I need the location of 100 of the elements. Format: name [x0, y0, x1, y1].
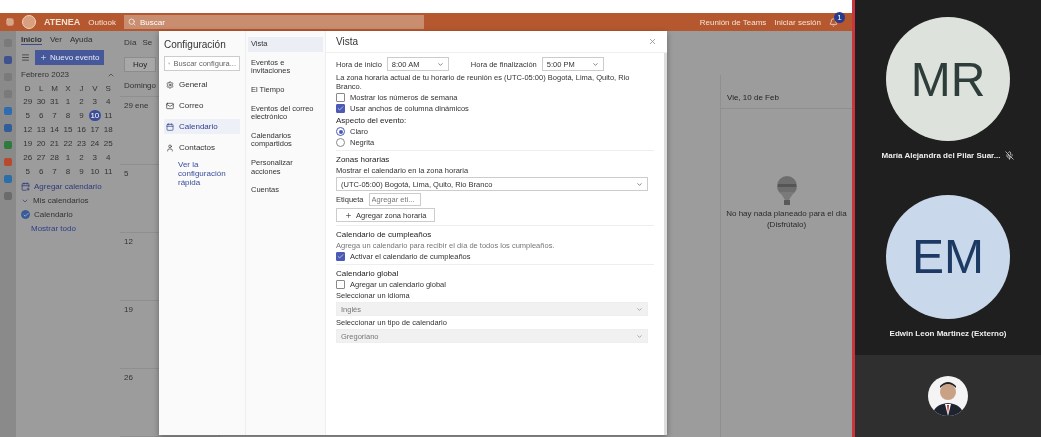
calendar-day[interactable]: 24 — [88, 138, 101, 149]
notification-badge: 1 — [834, 11, 845, 23]
search-field[interactable]: Buscar — [123, 15, 424, 29]
calendar-day[interactable]: 22 — [62, 138, 74, 149]
ribbon-tab[interactable]: Ver — [49, 35, 62, 45]
calendar-day[interactable]: 14 — [48, 124, 61, 135]
participant-name: Edwin Leon Martinez (Externo) — [889, 328, 1007, 338]
weekday-label: X — [64, 84, 72, 93]
calendar-day[interactable]: 4 — [102, 96, 115, 107]
app-icon[interactable] — [4, 192, 12, 200]
header-link[interactable]: Iniciar sesión — [774, 17, 821, 27]
section-heading: Zonas horarias — [336, 155, 391, 164]
calendar-day[interactable]: 28 — [48, 152, 61, 163]
calendar-day[interactable]: 13 — [35, 124, 48, 135]
ribbon-tab[interactable]: Ayuda — [69, 35, 93, 45]
new-event-button[interactable]: Nuevo evento — [35, 50, 105, 65]
calendar-day[interactable]: 10 — [88, 166, 101, 177]
empty-subtitle: (Disfrútalo) — [766, 220, 807, 229]
calendar-day[interactable]: 25 — [102, 138, 115, 149]
app-launcher-icon[interactable] — [6, 18, 14, 26]
calendar-day[interactable]: 1 — [62, 152, 74, 163]
person-icon — [166, 143, 174, 152]
calendar-day[interactable]: 6 — [35, 166, 48, 177]
app-icon[interactable] — [4, 141, 12, 149]
calendar-checkbox[interactable] — [21, 210, 30, 219]
app-icon[interactable] — [4, 56, 12, 64]
avatar: EM — [886, 194, 1010, 319]
weekday-label: M — [50, 84, 59, 93]
avatar: MR — [886, 17, 1010, 142]
section-heading: Calendario global — [336, 269, 400, 278]
calendar-day[interactable]: 11 — [102, 110, 115, 121]
checkbox[interactable] — [336, 93, 345, 102]
calendar-day[interactable]: 26 — [21, 152, 34, 163]
checkbox[interactable] — [336, 104, 345, 113]
calendar-day[interactable]: 2 — [75, 152, 88, 163]
chevron-down-icon — [436, 60, 444, 68]
calendar-day[interactable]: 7 — [48, 166, 61, 177]
calendar-day[interactable]: 9 — [75, 110, 88, 121]
calendar-day[interactable]: 1 — [62, 96, 74, 107]
app-icon[interactable] — [4, 124, 12, 132]
calendar-day[interactable]: 29 — [21, 96, 34, 107]
calendar-day[interactable]: 4 — [102, 152, 115, 163]
calendar-day[interactable]: 7 — [48, 110, 61, 121]
calendar-day[interactable]: 30 — [35, 96, 48, 107]
logo-icon — [22, 15, 36, 29]
today-button[interactable]: Hoy — [124, 56, 157, 72]
calendar-day[interactable]: 11 — [102, 166, 115, 177]
add-calendar-link[interactable]: Agregar calendario — [34, 182, 102, 191]
calendar-day[interactable]: 31 — [48, 96, 61, 107]
ribbon-tab[interactable]: Inicio — [21, 35, 42, 45]
brand-name: ATENEA — [44, 17, 81, 27]
section-heading: Calendario de cumpleaños — [336, 230, 433, 239]
month-title[interactable]: Febrero 2023 — [21, 70, 70, 79]
weekday-label: J — [78, 84, 85, 93]
weekday-label: V — [91, 84, 99, 93]
show-all-link[interactable]: Mostrar todo — [21, 224, 115, 233]
calendar-day[interactable]: 5 — [21, 110, 34, 121]
calendar-day[interactable]: 10 — [88, 110, 101, 121]
nav-item[interactable]: Calendario — [164, 119, 240, 134]
app-icon[interactable] — [4, 175, 12, 183]
dialog-title: Configuración — [164, 39, 227, 50]
calendar-day[interactable]: 19 — [21, 138, 34, 149]
calendar-day[interactable]: 16 — [75, 124, 88, 135]
calendar-day[interactable]: 3 — [88, 152, 101, 163]
calendar-day[interactable]: 12 — [21, 124, 34, 135]
calendar-day[interactable]: 20 — [35, 138, 48, 149]
menu-icon[interactable] — [21, 53, 30, 62]
calendar-name[interactable]: Calendario — [34, 210, 73, 219]
app-icon[interactable] — [4, 107, 12, 115]
bell-icon[interactable] — [829, 17, 838, 27]
section-heading: Aspecto del evento: — [336, 116, 408, 125]
pane-title: Vista — [336, 36, 359, 47]
checkbox[interactable] — [336, 280, 345, 289]
close-icon[interactable] — [648, 37, 657, 46]
view-button[interactable]: Se — [142, 37, 153, 47]
calendar-day[interactable]: 6 — [35, 110, 48, 121]
calendar-day[interactable]: 3 — [88, 96, 101, 107]
calendar-day[interactable]: 27 — [35, 152, 48, 163]
mail-icon — [166, 101, 174, 110]
calendar-day[interactable]: 8 — [62, 110, 74, 121]
calendar-day[interactable]: 2 — [75, 96, 88, 107]
calendar-day[interactable]: 18 — [102, 124, 115, 135]
calendar-day[interactable]: 9 — [75, 166, 88, 177]
calendar-day[interactable]: 21 — [48, 138, 61, 149]
participant-name: María Alejandra del Pilar Suar... — [881, 151, 1001, 161]
chevron-down-icon — [636, 305, 643, 313]
calendar-day[interactable]: 17 — [88, 124, 101, 135]
calendar-day[interactable]: 5 — [21, 166, 34, 177]
calendar-day[interactable]: 15 — [62, 124, 74, 135]
app-icon[interactable] — [4, 158, 12, 166]
section-label[interactable]: Mis calendarios — [33, 196, 89, 205]
chevron-down-icon — [636, 332, 643, 340]
calendar-icon — [166, 122, 174, 131]
empty-message: No hay nada planeado para el día — [726, 209, 847, 218]
header-link[interactable]: Reunión de Teams — [699, 17, 767, 27]
app-name: Outlook — [88, 17, 116, 27]
view-button[interactable]: Día — [124, 37, 137, 47]
calendar-day[interactable]: 23 — [75, 138, 88, 149]
calendar-day[interactable]: 8 — [62, 166, 74, 177]
checkbox[interactable] — [336, 252, 345, 261]
